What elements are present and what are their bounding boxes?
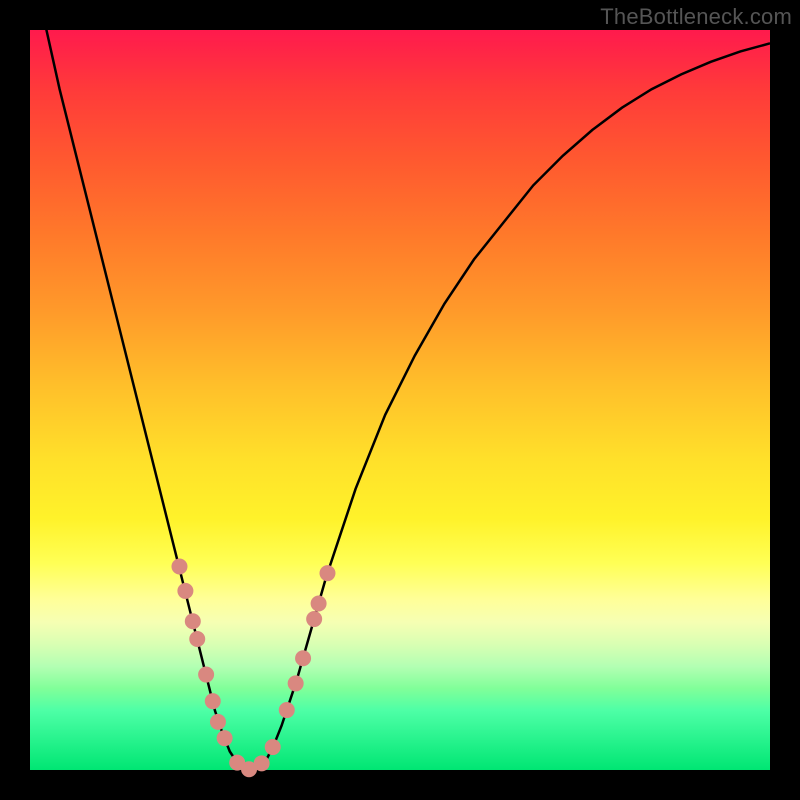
bottleneck-curve [30, 0, 770, 770]
chart-frame: TheBottleneck.com [0, 0, 800, 800]
data-point [295, 650, 311, 666]
data-point [217, 730, 233, 746]
data-point [279, 702, 295, 718]
data-point [177, 583, 193, 599]
data-point [171, 559, 187, 575]
data-point [185, 613, 201, 629]
chart-svg [30, 30, 770, 770]
watermark-text: TheBottleneck.com [600, 4, 792, 30]
data-point [265, 739, 281, 755]
data-point [288, 675, 304, 691]
data-point [254, 755, 270, 771]
data-point [189, 631, 205, 647]
data-point [198, 667, 214, 683]
data-point [306, 611, 322, 627]
plot-area [30, 30, 770, 770]
data-point [311, 596, 327, 612]
data-points-group [171, 559, 335, 778]
data-point [205, 693, 221, 709]
data-point [319, 565, 335, 581]
data-point [210, 714, 226, 730]
